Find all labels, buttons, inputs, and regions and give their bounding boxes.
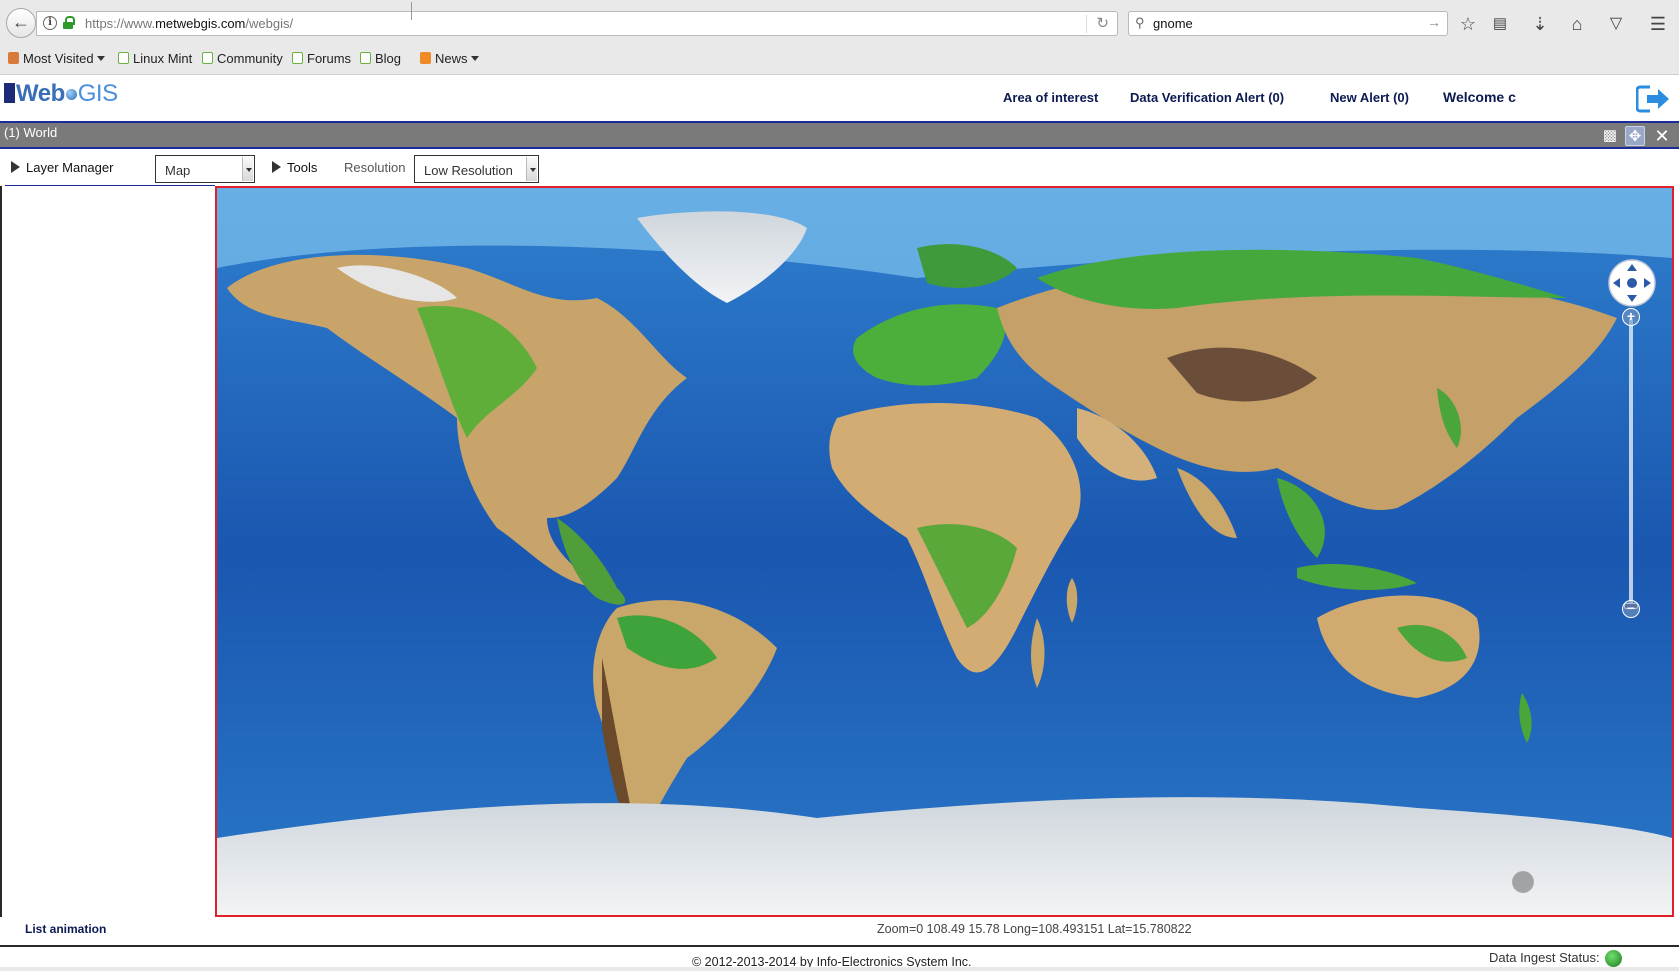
home-icon[interactable]: ⌂: [1565, 12, 1589, 36]
bookmarks-toolbar: Most Visited Linux Mint Community Forums…: [0, 48, 1679, 70]
bookmark-forums[interactable]: Forums: [292, 51, 351, 66]
search-icon: ⚲: [1135, 15, 1145, 30]
download-icon[interactable]: ⇣: [1528, 12, 1552, 36]
data-ingest-status-icon: [1605, 950, 1622, 967]
mint-icon: [118, 52, 129, 64]
layer-manager-toggle[interactable]: Layer Manager: [11, 160, 113, 175]
zoom-in-button[interactable]: +: [1622, 308, 1640, 326]
layer-panel: [0, 186, 215, 917]
rss-icon: [420, 52, 431, 64]
bookmark-blog[interactable]: Blog: [360, 51, 401, 66]
logout-icon[interactable]: [1636, 84, 1670, 114]
folder-icon: [8, 52, 19, 64]
resolution-select[interactable]: Low Resolution: [414, 155, 539, 183]
info-icon[interactable]: i: [43, 16, 57, 30]
webgis-logo[interactable]: Web GIS: [4, 80, 118, 108]
bookmark-news[interactable]: News: [420, 51, 479, 66]
reload-icon[interactable]: ↻: [1096, 14, 1109, 32]
mint-icon: [360, 52, 371, 64]
pocket-icon[interactable]: ▽: [1604, 12, 1628, 36]
search-go-icon[interactable]: →: [1427, 14, 1441, 30]
new-alert-link[interactable]: New Alert (0): [1330, 90, 1409, 105]
tools-toggle[interactable]: Tools: [272, 160, 317, 175]
mint-icon: [202, 52, 213, 64]
search-bar[interactable]: ⚲ gnome →: [1128, 11, 1448, 36]
map-toolbar: Layer Manager Map Tools Resolution Low R…: [0, 151, 1679, 186]
compass-icon[interactable]: [1512, 871, 1534, 893]
chevron-down-icon[interactable]: [242, 157, 253, 181]
search-input[interactable]: gnome: [1153, 16, 1193, 31]
chevron-down-icon[interactable]: [526, 157, 537, 181]
expand-triangle-icon: [272, 161, 281, 173]
nav-row: ← i https://www.metwebgis.com/webgis/ ↻ …: [0, 6, 1679, 40]
lock-icon: [63, 16, 75, 29]
data-ingest-label: Data Ingest Status:: [1489, 950, 1600, 965]
bookmark-community[interactable]: Community: [202, 51, 283, 66]
minimize-icon[interactable]: ▩: [1600, 126, 1620, 146]
zoom-out-button[interactable]: −: [1622, 600, 1640, 618]
close-icon[interactable]: ✕: [1652, 126, 1672, 146]
pan-control[interactable]: [1607, 258, 1657, 308]
welcome-user[interactable]: Welcome c: [1443, 89, 1516, 105]
map-select[interactable]: Map: [155, 155, 255, 183]
window-titlebar: (1) World ▩ ✥ ✕: [0, 123, 1679, 149]
browser-chrome: ← i https://www.metwebgis.com/webgis/ ↻ …: [0, 0, 1679, 75]
coordinate-readout: Zoom=0 108.49 15.78 Long=108.493151 Lat=…: [877, 922, 1192, 936]
globe-icon: [65, 89, 77, 100]
bookmark-most-visited[interactable]: Most Visited: [8, 51, 105, 66]
area-of-interest-link[interactable]: Area of interest: [1003, 90, 1098, 105]
bookmark-star-icon[interactable]: ☆: [1456, 12, 1480, 36]
mint-icon: [292, 52, 303, 64]
menu-icon[interactable]: ☰: [1646, 12, 1670, 36]
window-title: (1) World: [4, 125, 58, 140]
zoom-slider-track[interactable]: [1629, 318, 1633, 608]
app-header: Web GIS Area of interest Data Verificatio…: [0, 76, 1679, 123]
url-bar[interactable]: i https://www.metwebgis.com/webgis/ ↻: [36, 11, 1118, 36]
url-text[interactable]: https://www.metwebgis.com/webgis/: [85, 16, 293, 31]
back-button[interactable]: ←: [6, 8, 36, 38]
world-relief-map[interactable]: [217, 188, 1672, 915]
expand-triangle-icon: [11, 161, 20, 173]
chevron-down-icon: [470, 56, 479, 61]
world-map[interactable]: + −: [215, 186, 1674, 917]
resolution-label: Resolution: [344, 160, 406, 175]
data-verification-alert-link[interactable]: Data Verification Alert (0): [1130, 90, 1284, 105]
bookmark-linux-mint[interactable]: Linux Mint: [118, 51, 192, 66]
reading-list-icon[interactable]: ▤: [1488, 12, 1512, 36]
maximize-icon[interactable]: ✥: [1625, 126, 1645, 146]
list-animation-link[interactable]: List animation: [25, 922, 106, 936]
chevron-down-icon: [96, 56, 105, 61]
